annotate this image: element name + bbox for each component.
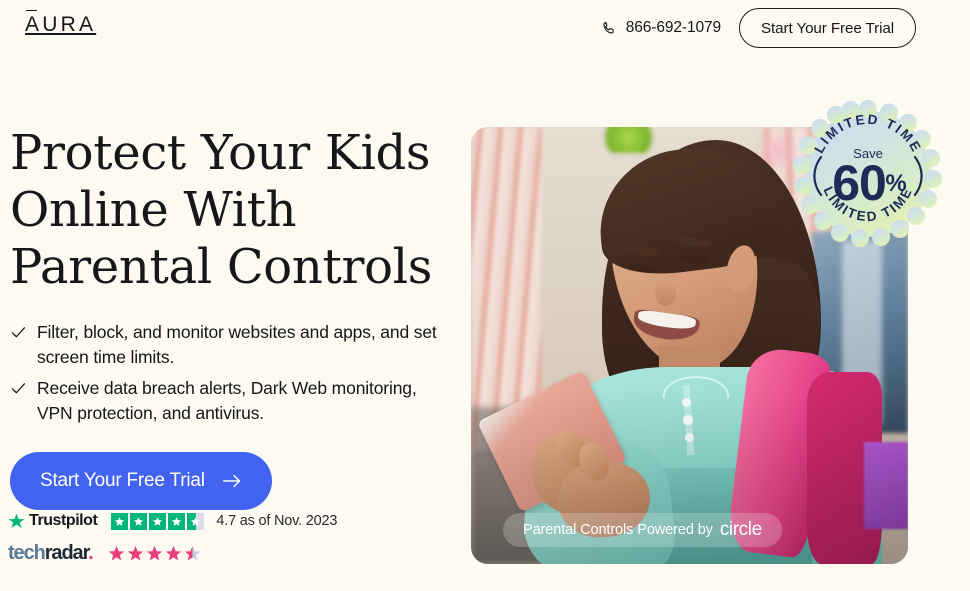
trustpilot-star-icon	[8, 513, 25, 530]
techradar-star-filled	[165, 545, 182, 562]
badge-graphic: LIMITED TIME LIMITED TIME Save 60 %	[793, 100, 942, 247]
trustpilot-logo: Trustpilot	[8, 512, 98, 530]
hero-start-trial-button[interactable]: Start Your Free Trial	[10, 452, 272, 510]
trustpilot-rating: Trustpilot 4.7 as of Nov. 2023	[8, 509, 448, 533]
review-badges: Trustpilot 4.7 as of Nov. 2023 techradar…	[8, 509, 448, 565]
trustpilot-star-filled	[130, 512, 148, 530]
trustpilot-star-filled	[149, 512, 167, 530]
check-icon	[10, 376, 27, 401]
header-start-trial-button[interactable]: Start Your Free Trial	[739, 8, 916, 48]
page-title: Protect Your Kids Online With Parental C…	[10, 125, 460, 296]
feature-list: Filter, block, and monitor websites and …	[10, 320, 460, 426]
phone-icon	[600, 20, 617, 37]
site-header: A URA 866-692-1079 Start Your Free Trial	[0, 0, 970, 57]
list-item-label: Receive data breach alerts, Dark Web mon…	[37, 378, 417, 423]
techradar-star-half	[184, 545, 201, 562]
trustpilot-star-filled	[111, 512, 129, 530]
techradar-logo: techradar.	[8, 542, 94, 564]
logo-letter-a-macron: A	[25, 10, 43, 36]
trustpilot-rating-text: 4.7 as of Nov. 2023	[216, 513, 338, 529]
techradar-stars	[108, 545, 201, 562]
limited-time-badge: LIMITED TIME LIMITED TIME Save 60 %	[793, 99, 943, 249]
aura-logo[interactable]: A URA	[25, 10, 97, 36]
trustpilot-label: Trustpilot	[29, 512, 98, 529]
techradar-star-filled	[127, 545, 144, 562]
check-icon	[10, 320, 27, 345]
techradar-label-part2: radar	[44, 542, 90, 564]
list-item: Filter, block, and monitor websites and …	[10, 320, 460, 370]
headline-line-1: Protect Your Kids	[10, 125, 431, 181]
techradar-rating: techradar.	[8, 541, 448, 565]
trustpilot-star-filled	[168, 512, 186, 530]
techradar-star-filled	[108, 545, 125, 562]
photo-caption: Parental Controls Powered by circle	[503, 513, 782, 547]
techradar-label-part1: tech	[8, 542, 46, 564]
photo-caption-text: Parental Controls Powered by	[523, 522, 713, 538]
phone-link[interactable]: 866-692-1079	[600, 19, 721, 37]
logo-letters-ura: URA	[42, 13, 97, 36]
arrow-right-icon	[222, 473, 242, 489]
header-actions: 866-692-1079 Start Your Free Trial	[600, 8, 916, 48]
headline-line-2: Online With	[10, 182, 297, 238]
trustpilot-stars	[111, 512, 205, 530]
hero-content: Protect Your Kids Online With Parental C…	[10, 125, 460, 510]
techradar-star-filled	[146, 545, 163, 562]
headline-line-3: Parental Controls	[10, 239, 433, 295]
phone-number: 866-692-1079	[625, 19, 722, 36]
badge-discount-number: 60	[832, 155, 886, 211]
list-item-label: Filter, block, and monitor websites and …	[37, 322, 437, 367]
trustpilot-star-half	[187, 512, 205, 530]
badge-discount-unit: %	[885, 170, 906, 197]
techradar-label-dot: .	[88, 542, 94, 564]
hero-cta-label: Start Your Free Trial	[40, 470, 205, 491]
circle-brand-label: circle	[719, 519, 762, 540]
list-item: Receive data breach alerts, Dark Web mon…	[10, 376, 460, 426]
